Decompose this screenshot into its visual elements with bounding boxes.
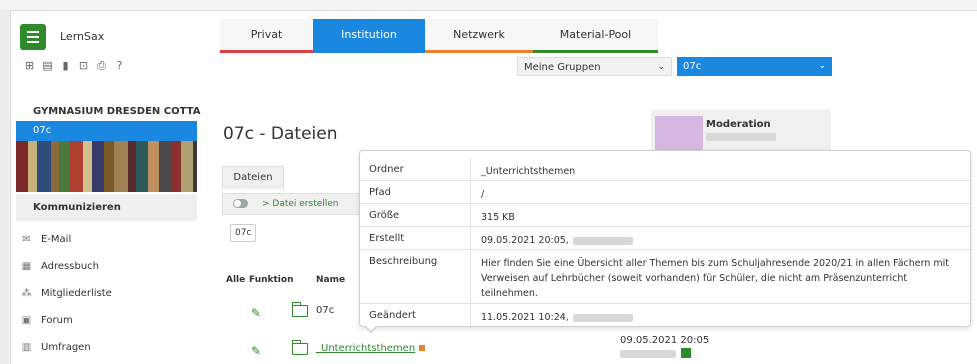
redacted-moderator [706, 133, 776, 141]
page-title: 07c - Dateien [223, 124, 338, 144]
redacted-editor [572, 313, 633, 322]
info-badge-icon [419, 345, 426, 351]
group-select[interactable]: Meine Gruppen ⌄ [517, 57, 672, 76]
popover-row: Pfad / [360, 181, 970, 204]
folder-info-popover: Ordner _Unterrichtsthemen Pfad / Größe 3… [359, 150, 971, 327]
addressbook-icon: ▦ [21, 261, 32, 272]
tab-material-pool[interactable]: Material-Pool [533, 19, 658, 53]
popover-key: Erstellt [360, 227, 471, 249]
popover-value: 09.05.2021 20:05, [481, 235, 569, 246]
popover-row: Geändert 11.05.2021 10:24, [360, 304, 970, 326]
person-icon[interactable] [681, 348, 691, 358]
sidebar-item-label: Forum [41, 315, 73, 326]
sidebar-item-label: E-Mail [41, 234, 72, 245]
popover-key: Ordner [360, 158, 471, 180]
folder-icon [291, 340, 308, 355]
popover-row: Ordner _Unterrichtsthemen [360, 158, 970, 181]
print-icon[interactable]: ⎙ [96, 60, 107, 71]
sidebar-item-adressbuch[interactable]: ▦ Adressbuch [20, 253, 112, 280]
menu-button[interactable] [20, 24, 46, 50]
group-select-value: Meine Gruppen [524, 62, 601, 73]
help-icon[interactable]: ? [114, 60, 125, 71]
sidebar-nav: ✉ E-Mail ▦ Adressbuch ⁂ Mitgliederliste … [20, 226, 112, 361]
create-file-link[interactable]: > Datei erstellen [262, 199, 339, 209]
popover-value: 11.05.2021 10:24, [481, 312, 569, 323]
file-toolbar: > Datei erstellen [222, 193, 362, 215]
pencil-icon[interactable]: ✎ [251, 344, 261, 358]
bookmark-icon[interactable]: ▮ [60, 60, 71, 71]
folder-name[interactable]: _Unterrichtsthemen [316, 343, 415, 354]
sidebar-item-forum[interactable]: ▣ Forum [20, 307, 112, 334]
view-toggle[interactable] [233, 199, 248, 208]
popover-value: Hier finden Sie eine Übersicht aller The… [481, 258, 950, 299]
col-name[interactable]: Name [316, 275, 345, 285]
tab-privat[interactable]: Privat [220, 19, 313, 53]
row-date: 09.05.2021 20:05 [620, 335, 710, 346]
class-select-value: 07c [683, 61, 702, 72]
col-all[interactable]: Alle [226, 275, 245, 285]
tab-institution[interactable]: Institution [313, 19, 425, 53]
popover-key: Geändert [360, 304, 471, 326]
top-strip [0, 0, 977, 10]
forum-icon: ▣ [21, 315, 32, 326]
popover-value-wrap: 11.05.2021 10:24, [471, 304, 970, 326]
header-image [16, 141, 197, 192]
popover-arrow [364, 325, 378, 333]
popover-key: Pfad [360, 181, 471, 203]
sidebar-item-label: Umfragen [41, 342, 91, 353]
folder-link[interactable]: _Unterrichtsthemen [316, 343, 426, 354]
tab-netzwerk[interactable]: Netzwerk [425, 19, 533, 53]
pencil-icon[interactable]: ✎ [251, 306, 261, 320]
popover-row: Erstellt 09.05.2021 20:05, [360, 227, 970, 250]
school-name: GYMNASIUM DRESDEN COTTA [33, 106, 201, 117]
moderation-title: Moderation [706, 119, 771, 130]
sitemap-icon[interactable]: ⊞ [24, 60, 35, 71]
popover-key: Beschreibung [360, 250, 471, 303]
section-heading: Kommunizieren [16, 194, 197, 221]
members-icon: ⁂ [21, 288, 32, 299]
table-row: ✎ 07c [222, 300, 362, 328]
col-function: Funktion [249, 275, 294, 285]
quick-icons: ⊞ ▤ ▮ ⊡ ⎙ ? [24, 60, 125, 71]
popover-key: Größe [360, 204, 471, 226]
breadcrumb[interactable]: 07c [230, 224, 257, 242]
sidebar-item-umfragen[interactable]: ▥ Umfragen [20, 334, 112, 361]
selected-class[interactable]: 07c [16, 121, 197, 141]
popover-value: 315 KB [481, 212, 515, 223]
redacted-author [620, 350, 676, 358]
folder-icon [291, 302, 308, 317]
sidebar-item-email[interactable]: ✉ E-Mail [20, 226, 112, 253]
card-icon[interactable]: ▤ [42, 60, 53, 71]
sidebar-item-mitgliederliste[interactable]: ⁂ Mitgliederliste [20, 280, 112, 307]
sidebar-item-label: Adressbuch [41, 261, 99, 272]
sidebar-item-label: Mitgliederliste [41, 288, 112, 299]
popover-row: Beschreibung Hier finden Sie eine Übersi… [360, 250, 970, 304]
folder-name[interactable]: 07c [316, 305, 334, 316]
export-icon[interactable]: ⊡ [78, 60, 89, 71]
table-row: ✎ _Unterrichtsthemen [222, 338, 426, 364]
top-tabs: Privat Institution Netzwerk Material-Poo… [220, 19, 658, 53]
app-logo: LernSax [60, 30, 105, 43]
chevron-down-icon: ⌄ [657, 62, 665, 72]
poll-icon: ▥ [21, 342, 32, 353]
mail-icon: ✉ [22, 234, 31, 245]
redacted-creator [572, 236, 633, 245]
popover-value: / [481, 189, 485, 200]
tab-dateien[interactable]: Dateien [222, 166, 284, 189]
popover-row: Größe 315 KB [360, 204, 970, 227]
popover-value-wrap: 09.05.2021 20:05, [471, 227, 970, 249]
class-select[interactable]: 07c ⌄ [677, 57, 832, 76]
popover-value: _Unterrichtsthemen [481, 166, 576, 177]
chevron-down-icon: ⌄ [818, 61, 826, 71]
